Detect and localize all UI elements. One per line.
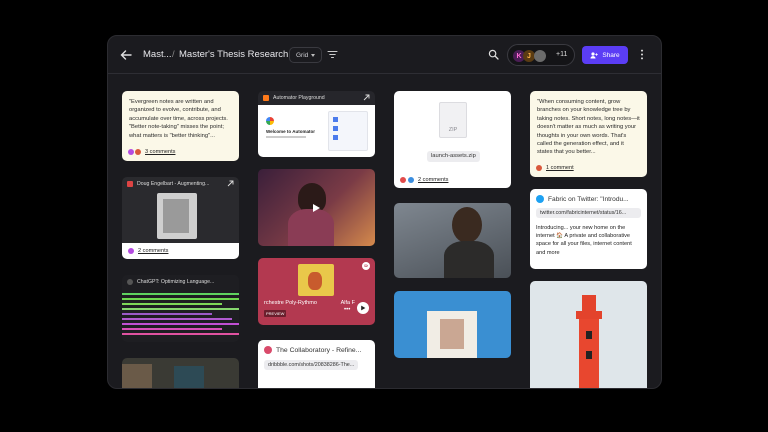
video-card[interactable]: [258, 169, 375, 246]
preview-badge: PREVIEW: [264, 310, 287, 317]
twitter-icon: [536, 195, 544, 203]
note-text: "When consuming content, grow branches o…: [537, 99, 640, 156]
preview-heading: Welcome to Automator: [266, 129, 316, 134]
album-art: [298, 264, 334, 296]
note-card[interactable]: "Evergreen notes are written and organiz…: [122, 91, 239, 161]
zip-file-icon: ZIP: [439, 102, 467, 138]
favicon-icon: [264, 346, 272, 354]
comments-link[interactable]: 3 comments: [145, 148, 175, 156]
top-bar: Mast... / Master's Thesis Research Grid …: [108, 36, 661, 74]
link-title: The Collaboratory - Refine...: [276, 346, 362, 354]
view-select-label: Grid: [296, 51, 309, 59]
avatar: [534, 50, 546, 62]
page-title: Master's Thesis Research: [179, 49, 289, 60]
avatar: [408, 177, 414, 183]
comment-meta[interactable]: 2 comments: [400, 177, 448, 183]
favicon-icon: [127, 181, 133, 187]
comments-link[interactable]: 2 comments: [138, 248, 168, 254]
open-external-icon[interactable]: [227, 180, 234, 187]
avatar: [135, 148, 141, 155]
page-preview: [157, 193, 197, 239]
comment-meta[interactable]: 3 comments: [128, 148, 175, 156]
view-select[interactable]: Grid: [289, 47, 323, 63]
link-card[interactable]: Automator Playground Welcome to Automato…: [258, 91, 375, 157]
play-icon: [361, 305, 366, 311]
tweet-card[interactable]: Fabric on Twitter: "Introdu... twitter.c…: [530, 189, 647, 269]
tweet-text: Introducing... your new home on the inte…: [536, 225, 632, 256]
image-card[interactable]: [122, 358, 239, 388]
favicon-icon: [263, 95, 269, 101]
link-title: ChatGPT: Optimizing Language...: [137, 279, 215, 285]
app-window: Mast... / Master's Thesis Research Grid …: [107, 35, 662, 389]
avatar: [536, 164, 542, 171]
more-options-icon[interactable]: [639, 49, 645, 60]
image-card[interactable]: [530, 281, 647, 388]
favicon-icon: [127, 279, 133, 285]
track-title: rchestre Poly-Rythmo: [264, 300, 317, 306]
link-card[interactable]: Doug Engelbart - Augmenting... 2 comment…: [122, 177, 239, 259]
artist-name: Alfa F: [340, 300, 355, 306]
file-card[interactable]: ZIP launch-assets.zip 2 comments: [394, 91, 511, 188]
collaborators[interactable]: K J +11: [507, 44, 575, 66]
app-preview: Welcome to Automator: [258, 105, 375, 157]
link-card-header: The Collaboratory - Refine...: [264, 346, 361, 354]
link-url[interactable]: dribbble.com/shots/20838286-The...: [264, 360, 359, 370]
note-card[interactable]: "When consuming content, grow branches o…: [530, 91, 647, 177]
breadcrumb-parent[interactable]: Mast...: [143, 49, 172, 60]
open-external-icon[interactable]: [363, 94, 370, 101]
spotify-icon: [362, 262, 370, 270]
note-text: "Evergreen notes are written and organiz…: [129, 99, 228, 139]
filter-icon[interactable]: [327, 49, 338, 60]
play-icon[interactable]: [311, 203, 321, 213]
file-name: launch-assets.zip: [427, 151, 480, 162]
comment-meta[interactable]: 2 comments: [128, 248, 168, 254]
graphic-preview: [122, 291, 239, 342]
avatar: [400, 177, 406, 183]
back-arrow-icon[interactable]: [119, 48, 133, 62]
play-button[interactable]: [357, 302, 369, 314]
link-card-header: ChatGPT: Optimizing Language...: [122, 275, 239, 289]
link-card-header: Automator Playground: [258, 91, 375, 105]
link-title: Doug Engelbart - Augmenting...: [137, 181, 210, 187]
link-url[interactable]: twitter.com/fabricinternet/status/16...: [536, 208, 641, 218]
more-icon[interactable]: •••: [344, 307, 350, 313]
link-card-header: Doug Engelbart - Augmenting...: [122, 177, 239, 191]
comments-link[interactable]: 1 comment: [546, 164, 574, 172]
add-user-icon: [590, 51, 599, 58]
avatar: [128, 248, 134, 254]
link-card-header: Fabric on Twitter: "Introdu...: [536, 195, 629, 203]
image-card[interactable]: [394, 203, 511, 278]
image-card[interactable]: [394, 291, 511, 358]
link-card[interactable]: The Collaboratory - Refine... dribbble.c…: [258, 340, 375, 388]
share-button[interactable]: Share: [582, 46, 628, 64]
link-title: Fabric on Twitter: "Introdu...: [548, 195, 629, 203]
link-card[interactable]: ChatGPT: Optimizing Language...: [122, 275, 239, 342]
breadcrumb-separator: /: [172, 49, 175, 60]
comments-link[interactable]: 2 comments: [418, 177, 448, 183]
collaborator-count: +11: [556, 51, 568, 58]
search-icon[interactable]: [488, 49, 499, 60]
share-label: Share: [602, 51, 620, 59]
spotify-card[interactable]: rchestre Poly-Rythmo Alfa F PREVIEW •••: [258, 258, 375, 325]
link-title: Automator Playground: [273, 95, 325, 101]
chevron-down-icon: [311, 53, 316, 57]
avatar: [128, 148, 134, 155]
comment-meta[interactable]: 1 comment: [536, 164, 574, 172]
